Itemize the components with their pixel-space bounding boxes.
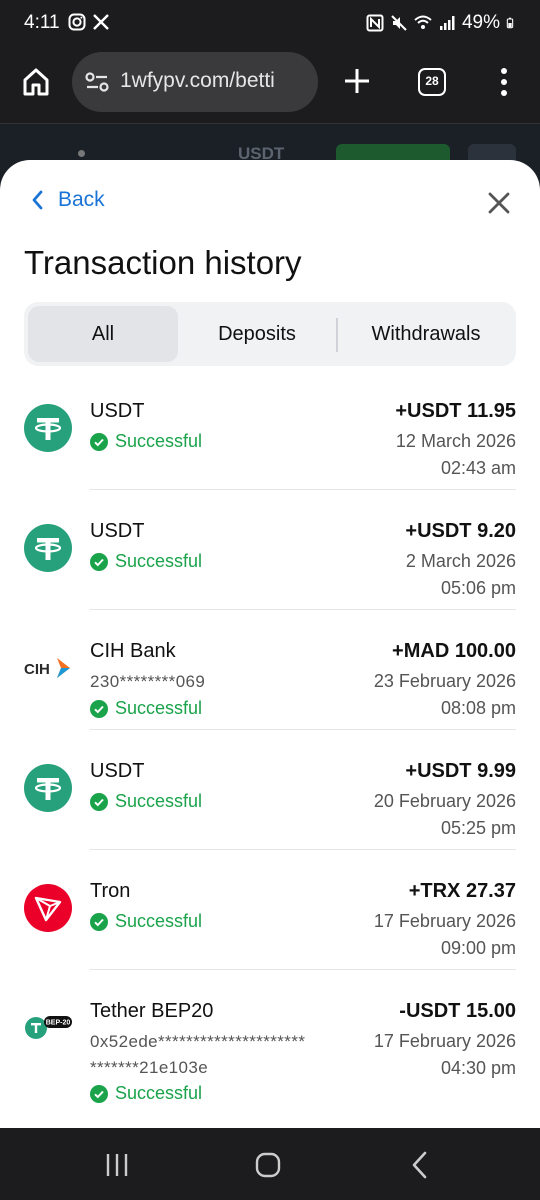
status-badge: Successful xyxy=(90,791,202,812)
tether-icon xyxy=(24,764,72,812)
transaction-amount: +USDT 9.99 xyxy=(405,760,516,782)
filter-tabs: All Deposits Withdrawals xyxy=(24,302,516,366)
chevron-left-icon xyxy=(32,190,43,210)
check-circle-icon xyxy=(90,912,108,931)
browser-toolbar: 1wfypv.com/betti 28 xyxy=(0,48,540,124)
transaction-amount: +USDT 11.95 xyxy=(395,400,516,422)
wallet-address-continued: *******21e103e xyxy=(90,1058,209,1077)
transaction-time: 04:30 pm xyxy=(440,1058,516,1078)
check-circle-icon xyxy=(90,792,108,811)
transaction-date: 17 February 2026 xyxy=(373,911,516,931)
transaction-row[interactable]: CIH CIH Bank 230********069 Successful +… xyxy=(0,610,540,730)
transaction-row[interactable]: BEP-20 Tether BEP20 0x52ede*************… xyxy=(0,970,540,1120)
transaction-list: USDT Successful +USDT 11.95 12 March 202… xyxy=(0,370,540,1120)
home-icon[interactable] xyxy=(20,66,52,98)
svg-text:CIH: CIH xyxy=(24,661,50,678)
transaction-row[interactable]: Tron Successful +TRX 27.37 17 February 2… xyxy=(0,850,540,970)
account-number: 230********069 xyxy=(90,672,206,691)
transaction-amount: +USDT 9.20 xyxy=(405,520,516,542)
mute-icon xyxy=(391,15,407,31)
instagram-icon xyxy=(68,13,86,31)
transaction-method: USDT xyxy=(90,520,145,542)
tether-icon xyxy=(24,524,72,572)
check-circle-icon xyxy=(90,1084,108,1103)
transaction-method: Tether BEP20 xyxy=(90,1000,214,1022)
more-menu-icon[interactable] xyxy=(494,66,514,98)
transaction-date: 17 February 2026 xyxy=(373,1031,516,1051)
battery-icon xyxy=(506,17,514,29)
status-time: 4:11 xyxy=(24,12,60,33)
transaction-method: USDT xyxy=(90,760,145,782)
tab-switcher-button[interactable]: 28 xyxy=(418,68,446,96)
cih-bank-icon: CIH xyxy=(24,658,70,678)
check-circle-icon xyxy=(90,552,108,571)
home-nav-icon[interactable] xyxy=(253,1150,283,1180)
status-badge: Successful xyxy=(90,551,202,572)
status-text: Successful xyxy=(115,551,203,571)
status-right: 49% xyxy=(366,12,518,34)
tab-all[interactable]: All xyxy=(28,306,178,362)
transaction-date: 20 February 2026 xyxy=(373,791,516,811)
tron-icon xyxy=(24,884,72,932)
transaction-method: CIH Bank xyxy=(90,640,176,662)
bep20-badge-text: BEP-20 xyxy=(46,1020,71,1027)
status-bar: 4:11 49% xyxy=(0,0,540,48)
battery-percent: 49% xyxy=(461,12,500,33)
transaction-date: 2 March 2026 xyxy=(405,551,516,571)
transaction-history-sheet: Back Transaction history All Deposits Wi… xyxy=(0,160,540,1128)
back-label: Back xyxy=(58,188,105,211)
close-icon[interactable] xyxy=(486,190,512,216)
transaction-time: 05:25 pm xyxy=(440,818,516,838)
status-badge: Successful xyxy=(90,698,202,719)
status-text: Successful xyxy=(115,431,203,451)
status-text: Successful xyxy=(115,1083,203,1103)
transaction-date: 12 March 2026 xyxy=(395,431,516,451)
check-circle-icon xyxy=(90,699,108,718)
transaction-method: Tron xyxy=(90,880,131,902)
new-tab-icon[interactable] xyxy=(340,64,374,98)
transaction-time: 05:06 pm xyxy=(440,578,516,598)
transaction-amount: -USDT 15.00 xyxy=(399,1000,516,1022)
tether-icon xyxy=(24,404,72,452)
transaction-row[interactable]: USDT Successful +USDT 11.95 12 March 202… xyxy=(0,370,540,490)
site-settings-icon[interactable] xyxy=(84,70,110,94)
status-notification-icons xyxy=(68,13,110,31)
back-nav-icon[interactable] xyxy=(405,1150,435,1180)
check-circle-icon xyxy=(90,432,108,451)
wifi-icon xyxy=(414,15,432,29)
status-badge: Successful xyxy=(90,431,202,452)
tab-divider xyxy=(336,318,338,352)
signal-icon xyxy=(439,16,455,30)
transaction-amount: +TRX 27.37 xyxy=(408,880,516,902)
transaction-time: 02:43 am xyxy=(440,458,516,478)
tab-deposits[interactable]: Deposits xyxy=(182,306,332,362)
peek-dot xyxy=(78,150,85,157)
wallet-address: 0x52ede********************* xyxy=(90,1032,306,1051)
back-button[interactable]: Back xyxy=(30,188,105,212)
transaction-time: 08:08 pm xyxy=(440,698,516,718)
transaction-row[interactable]: USDT Successful +USDT 9.20 2 March 2026 … xyxy=(0,490,540,610)
transaction-date: 23 February 2026 xyxy=(373,671,516,691)
status-text: Successful xyxy=(115,698,203,718)
url-text: 1wfypv.com/betti xyxy=(120,69,275,92)
recent-apps-icon[interactable] xyxy=(102,1150,132,1180)
tab-withdrawals[interactable]: Withdrawals xyxy=(340,306,512,362)
transaction-row[interactable]: USDT Successful +USDT 9.99 20 February 2… xyxy=(0,730,540,850)
status-badge: Successful xyxy=(90,911,202,932)
address-bar[interactable]: 1wfypv.com/betti xyxy=(72,52,318,112)
status-text: Successful xyxy=(115,911,203,931)
page-title: Transaction history xyxy=(24,244,302,281)
x-twitter-icon xyxy=(93,14,109,30)
tether-bep20-icon: BEP-20 xyxy=(25,1016,72,1039)
system-navigation-bar xyxy=(0,1128,540,1200)
status-text: Successful xyxy=(115,791,203,811)
nfc-icon xyxy=(366,14,384,32)
transaction-time: 09:00 pm xyxy=(440,938,516,958)
status-badge: Successful xyxy=(90,1083,202,1104)
transaction-method: USDT xyxy=(90,400,145,422)
transaction-amount: +MAD 100.00 xyxy=(392,640,516,662)
